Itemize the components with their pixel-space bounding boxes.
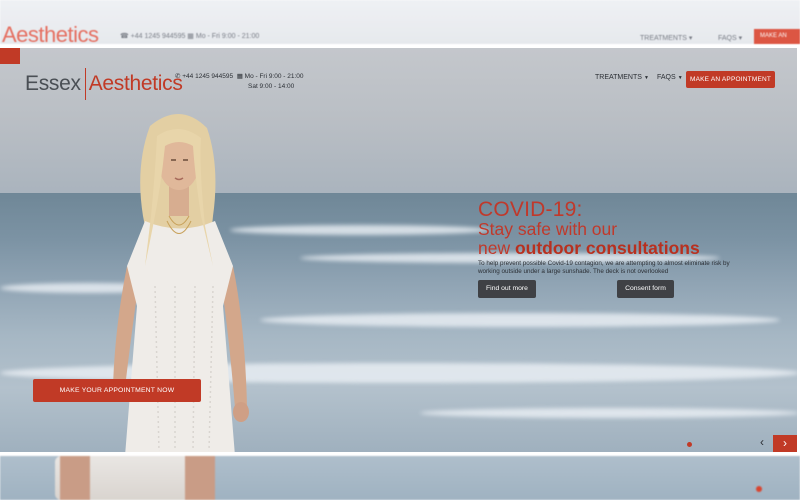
nav-faqs-label: FAQS [657, 74, 676, 81]
subtitle-bold: outdoor consultations [514, 238, 700, 258]
site-logo[interactable]: Essex Aesthetics [25, 68, 183, 100]
logo-word-aesthetics: Aesthetics [88, 72, 183, 95]
bottom-preview-strip [0, 456, 800, 500]
consent-form-button[interactable]: Consent form [617, 280, 674, 298]
chevron-right-icon[interactable]: › [773, 435, 797, 452]
covid-description: To help prevent possible Covid-19 contag… [478, 260, 730, 275]
logo-divider [84, 68, 86, 100]
find-out-more-button[interactable]: Find out more [478, 280, 536, 298]
top-preview-strip: Aesthetics ☎ +44 1245 944595 ▦ Mo - Fri … [0, 0, 800, 44]
carousel-indicator[interactable] [687, 442, 692, 447]
chevron-down-icon: ▼ [643, 75, 649, 81]
ghost-arm-left [60, 456, 90, 500]
phone-number[interactable]: +44 1245 944595 [182, 73, 233, 80]
covid-subtitle-line1: Stay safe with our [478, 219, 618, 239]
ghost-nav-treatments: TREATMENTS ▾ [640, 35, 693, 42]
ghost-indicator [756, 486, 762, 492]
logo-word-essex: Essex [25, 72, 81, 95]
nav-faqs[interactable]: FAQS ▼ [657, 74, 683, 81]
hero-frame: Essex Aesthetics ✆ +44 1245 944595 ▦ Mo … [0, 48, 797, 452]
chevron-down-icon: ▼ [677, 75, 683, 81]
ghost-contact: ☎ +44 1245 944595 ▦ Mo - Fri 9:00 - 21:0… [120, 33, 260, 40]
subtitle-prefix: new [478, 238, 515, 258]
hours-weekday: Mo - Fri 9:00 - 21:00 [244, 73, 304, 80]
chevron-left-icon[interactable]: ‹ [755, 434, 769, 450]
nav-treatments-label: TREATMENTS [595, 74, 642, 81]
ghost-appointment-button: MAKE AN [754, 29, 800, 44]
calendar-icon: ▦ [236, 73, 243, 80]
contact-info: ✆ +44 1245 944595 ▦ Mo - Fri 9:00 - 21:0… [175, 72, 304, 92]
make-appointment-button[interactable]: MAKE AN APPOINTMENT [686, 71, 775, 88]
ghost-logo: Aesthetics [2, 22, 99, 44]
nav-treatments[interactable]: TREATMENTS ▼ [595, 74, 649, 81]
ghost-nav-faqs: FAQS ▾ [718, 35, 743, 42]
covid-subtitle-line2: new outdoor consultations [478, 238, 700, 259]
corner-accent [0, 48, 20, 64]
hours-saturday: Sat 9:00 - 14:00 [248, 83, 295, 90]
phone-icon: ✆ [175, 73, 181, 80]
make-your-appointment-button[interactable]: MAKE YOUR APPOINTMENT NOW [33, 379, 201, 402]
ghost-arm-right [185, 456, 215, 500]
